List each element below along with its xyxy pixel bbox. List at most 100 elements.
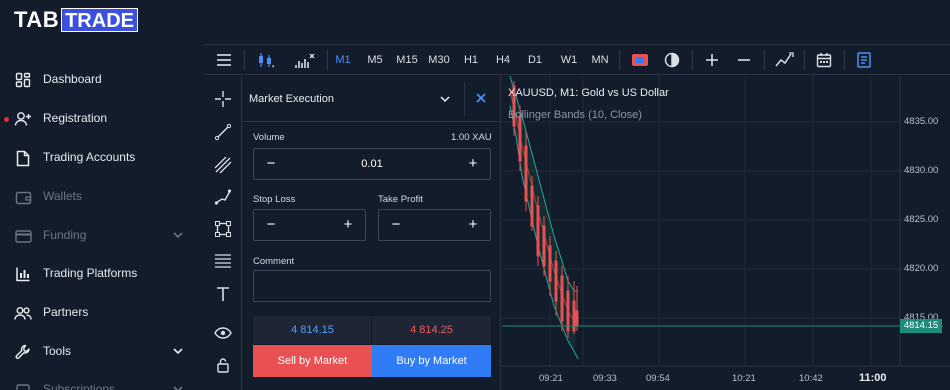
close-icon[interactable]: [473, 90, 489, 106]
polyline-icon: [214, 188, 232, 206]
crosshair-tool[interactable]: [213, 89, 233, 109]
chevron-down-icon: [171, 344, 185, 358]
take-profit-increase-button[interactable]: +: [464, 216, 482, 234]
sidebar-item-label: Subscriptions: [43, 382, 116, 390]
sidebar-item-trading-accounts[interactable]: Trading Accounts: [0, 142, 204, 172]
depth-of-market-button[interactable]: [660, 45, 684, 75]
path-tool[interactable]: [213, 187, 233, 207]
tab-h1[interactable]: H1: [461, 45, 481, 75]
stop-loss-stepper[interactable]: − +: [253, 209, 366, 241]
trendline-indicators-button[interactable]: [772, 45, 798, 75]
y-tick: 4835.00: [904, 116, 939, 127]
x-tick: 09:33: [593, 373, 617, 384]
chevron-down-icon[interactable]: [439, 93, 451, 105]
shape-tool[interactable]: [213, 219, 233, 239]
tab-d1[interactable]: D1: [525, 45, 545, 75]
subscriptions-icon: [14, 381, 32, 390]
parallel-lines-icon: [214, 156, 232, 174]
buy-button[interactable]: Buy by Market: [372, 345, 491, 377]
calendar-button[interactable]: [812, 45, 836, 75]
visibility-toggle[interactable]: [213, 323, 233, 343]
sidebar-item-registration[interactable]: Registration: [0, 103, 204, 133]
y-tick: 4825.00: [904, 214, 939, 225]
volume-increase-button[interactable]: +: [464, 155, 482, 173]
chevron-down-icon: [171, 382, 185, 390]
lock-toggle[interactable]: [213, 355, 233, 375]
lock-icon: [216, 357, 230, 373]
one-click-trading-button[interactable]: [628, 45, 652, 75]
order-type-select[interactable]: Market Execution: [249, 93, 334, 105]
eye-icon: [214, 327, 232, 339]
stop-loss-decrease-button[interactable]: −: [262, 216, 280, 234]
price-chart[interactable]: XAUUSD, M1: Gold vs US Dollar Bollinger …: [502, 76, 950, 390]
sidebar-item-trading-platforms[interactable]: Trading Platforms: [0, 258, 204, 288]
x-tick: 10:21: [732, 373, 756, 384]
tab-m5[interactable]: M5: [364, 45, 386, 75]
sidebar-item-label: Trading Accounts: [43, 150, 136, 164]
chevron-down-icon: [171, 228, 185, 242]
take-profit-stepper[interactable]: − +: [378, 209, 491, 241]
x-tick: 09:54: [646, 373, 670, 384]
text-icon: [216, 286, 230, 302]
channel-tool[interactable]: [213, 155, 233, 175]
volume-stepper[interactable]: − 0.01 +: [253, 148, 491, 180]
comment-field[interactable]: [253, 270, 491, 302]
x-tick: 09:21: [539, 373, 563, 384]
volume-unit: 1.00 XAU: [451, 132, 492, 143]
users-icon: [14, 304, 32, 322]
volume-input[interactable]: 0.01: [254, 158, 490, 170]
sidebar-item-label: Tools: [43, 344, 72, 358]
sell-button[interactable]: Sell by Market: [253, 345, 372, 377]
tab-h4[interactable]: H4: [493, 45, 513, 75]
logo[interactable]: TAB TRADE: [14, 7, 138, 32]
chart-canvas: [502, 76, 950, 367]
take-profit-decrease-button[interactable]: −: [387, 216, 405, 234]
line-chart-icon: [775, 52, 795, 68]
fibonacci-tool[interactable]: [213, 251, 233, 271]
sidebar-item-dashboard[interactable]: Dashboard: [0, 64, 204, 94]
minus-icon: [738, 54, 750, 66]
sidebar-item-label: Trading Platforms: [43, 266, 138, 280]
stop-loss-increase-button[interactable]: +: [339, 216, 357, 234]
calendar-icon: [816, 52, 832, 68]
hamburger-icon: [216, 54, 232, 66]
logo-text-tab: TAB: [14, 7, 60, 32]
sidebar-item-wallets[interactable]: Wallets: [0, 181, 204, 211]
sidebar-item-label: Partners: [43, 305, 89, 319]
crosshair-icon: [215, 91, 231, 107]
rectangle-icon: [215, 221, 231, 237]
plus-icon: [706, 54, 718, 66]
indicators-icon: [294, 51, 316, 69]
indicator-label[interactable]: Bollinger Bands (10, Close): [508, 109, 642, 121]
ask-price: 4 814.25: [410, 324, 453, 336]
app-root: TAB TRADE Dashboard Registration Trading…: [0, 0, 950, 390]
tab-w1[interactable]: W1: [558, 45, 580, 75]
wallet-icon: [14, 188, 32, 206]
sidebar-item-tools[interactable]: Tools: [0, 336, 204, 366]
sidebar-item-funding[interactable]: Funding: [0, 220, 204, 250]
sidebar-item-label: Funding: [43, 228, 87, 242]
tab-m1[interactable]: M1: [332, 45, 354, 75]
sidebar-item-partners[interactable]: Partners: [0, 297, 204, 327]
tab-m30[interactable]: M30: [426, 45, 452, 75]
comment-label: Comment: [253, 256, 295, 267]
text-tool[interactable]: [213, 284, 233, 304]
order-panel-toggle-button[interactable]: [852, 45, 876, 75]
x-tick: 10:42: [799, 373, 823, 384]
card-icon: [14, 227, 32, 245]
trendline-icon: [214, 123, 232, 141]
tab-mn[interactable]: MN: [589, 45, 611, 75]
take-profit-label: Take Profit: [378, 194, 423, 205]
volume-label: Volume: [253, 132, 285, 143]
trendline-tool[interactable]: [213, 122, 233, 142]
zoom-out-button[interactable]: [732, 45, 756, 75]
logo-text-trade: TRADE: [61, 8, 138, 32]
zoom-in-button[interactable]: [700, 45, 724, 75]
dom-icon: [664, 52, 680, 68]
sidebar-item-subscriptions[interactable]: Subscriptions: [0, 374, 204, 390]
indicators-button[interactable]: [288, 45, 322, 75]
candlestick-chart-button[interactable]: [250, 45, 280, 75]
tab-m15[interactable]: M15: [394, 45, 420, 75]
y-tick: 4820.00: [904, 263, 939, 274]
menu-button[interactable]: [210, 45, 238, 75]
